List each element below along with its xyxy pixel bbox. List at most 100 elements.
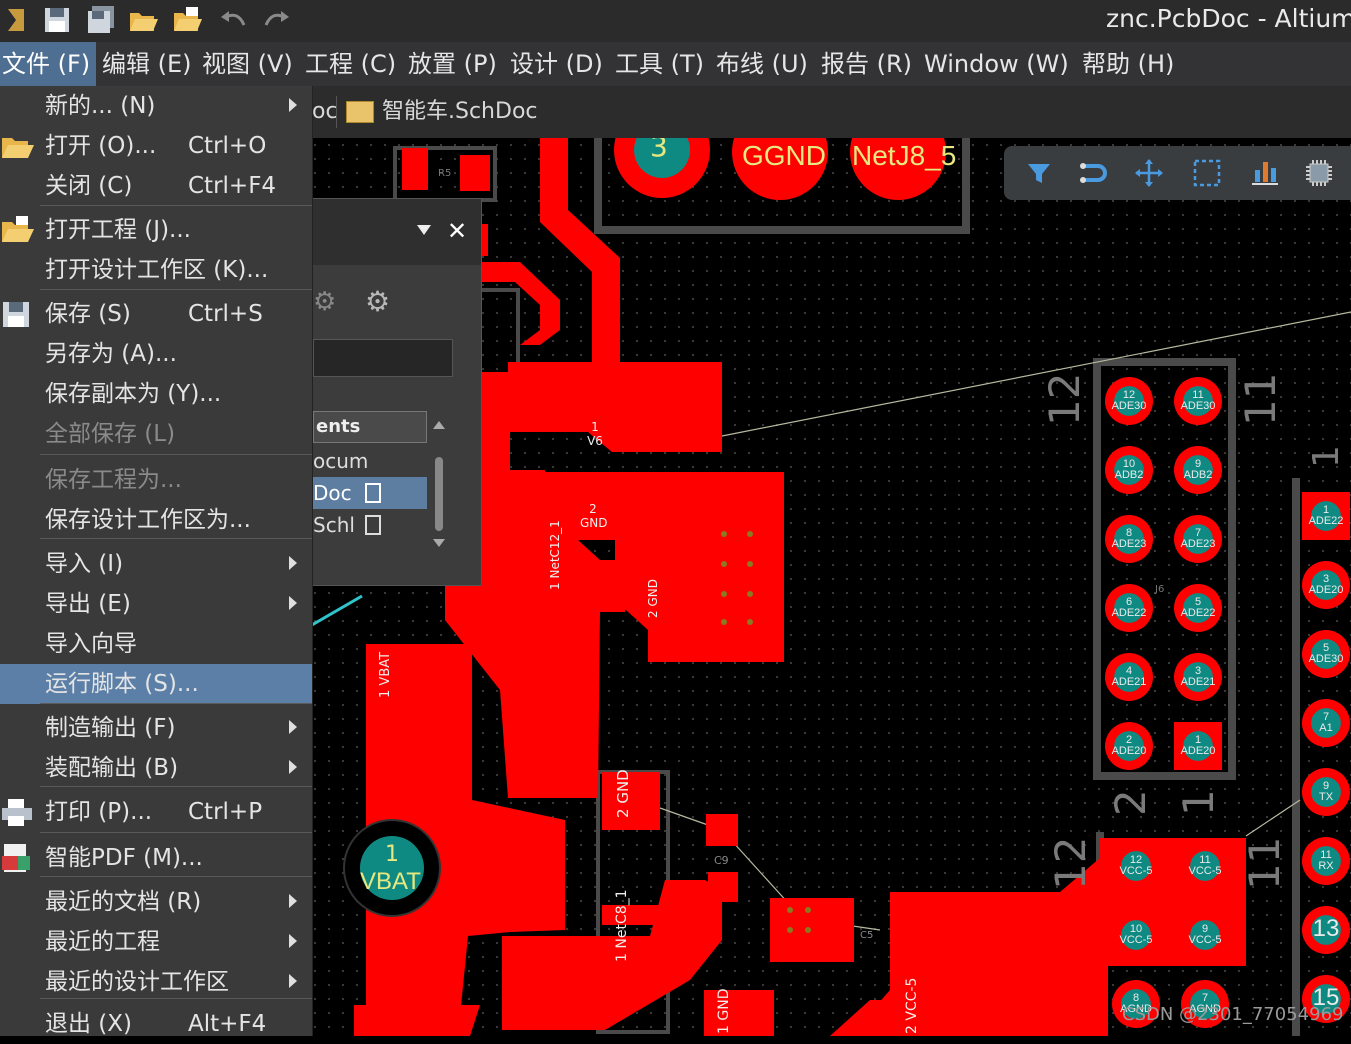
file-menu-item[interactable]: 打开工程 (J)... <box>0 210 312 250</box>
submenu-arrow-icon <box>289 556 297 570</box>
file-menu-item[interactable]: 智能PDF (M)... <box>0 838 312 878</box>
pad-label: 1 ADE20 <box>1174 735 1222 757</box>
file-menu-item-label: 打开设计工作区 (K)... <box>45 257 269 283</box>
file-menu-item[interactable]: 新的... (N) <box>0 86 312 126</box>
panel-gear-grey-icon[interactable]: ⚙ <box>313 287 336 317</box>
pad-net: TX <box>1318 791 1334 803</box>
file-menu-item[interactable]: 关闭 (C) Ctrl+F4 <box>0 166 312 206</box>
panel-row[interactable]: Schl <box>313 509 427 541</box>
file-menu-item[interactable]: 运行脚本 (S)... <box>0 664 312 704</box>
file-menu-item-shortcut: Alt+F4 <box>188 1011 267 1037</box>
redo-icon[interactable] <box>262 5 292 35</box>
file-menu-item[interactable]: 打印 (P)... Ctrl+P <box>0 792 312 832</box>
pad-net: ADE20 <box>1308 584 1344 596</box>
tab-partial[interactable]: oc <box>312 90 338 134</box>
file-menu-item-label: 导入向导 <box>45 631 137 657</box>
pad-label: 11 VCC-5 <box>1181 855 1229 877</box>
menu-route[interactable]: 布线 (U) <box>716 42 808 86</box>
window-title: znc.PcbDoc - Altium D <box>1106 4 1351 33</box>
menu-design[interactable]: 设计 (D) <box>510 42 603 86</box>
panel-settings-icon[interactable]: ⚙ <box>365 285 390 318</box>
align-distribute-icon[interactable] <box>1248 156 1282 190</box>
filter-icon[interactable] <box>1022 156 1056 190</box>
panel-row-label: ocum <box>313 449 369 473</box>
component-chip-icon[interactable] <box>1302 156 1336 190</box>
file-menu-item[interactable]: 装配输出 (B) <box>0 748 312 788</box>
file-menu-item[interactable]: 打开 (O)... Ctrl+O <box>0 126 312 166</box>
schematic-doc-icon <box>346 101 374 123</box>
silk-header-top-2: 2 <box>1106 789 1155 816</box>
file-menu-item[interactable]: 导出 (E) <box>0 584 312 624</box>
file-menu-item[interactable]: 全部保存 (L) <box>0 414 312 454</box>
pad-net: VCC-5 <box>1119 934 1153 946</box>
net-label-gnd-a-net: GND <box>580 516 608 530</box>
panel-row[interactable]: ocum <box>313 445 427 477</box>
document-icon <box>365 483 381 503</box>
file-menu-item[interactable]: 最近的设计工作区 <box>0 962 312 1002</box>
pad-net: A1 <box>1319 722 1333 734</box>
file-menu-item[interactable]: 导入 (I) <box>0 544 312 584</box>
file-menu-item[interactable]: 打开设计工作区 (K)... <box>0 250 312 290</box>
file-menu-item[interactable]: 保存副本为 (Y)... <box>0 374 312 414</box>
select-rectangle-icon[interactable] <box>1190 156 1224 190</box>
document-tabs: oc 智能车.SchDoc <box>312 86 1351 138</box>
open-project-icon[interactable] <box>172 5 202 35</box>
panel-dropdown-arrow-icon[interactable] <box>417 225 431 235</box>
tab-schdoc[interactable]: 智能车.SchDoc <box>346 90 538 134</box>
panel-scroll-up-icon[interactable] <box>433 421 445 429</box>
panel-close-icon[interactable]: ✕ <box>447 217 467 245</box>
menu-project[interactable]: 工程 (C) <box>305 42 396 86</box>
save-icon[interactable] <box>42 5 72 35</box>
submenu-arrow-icon <box>289 894 297 908</box>
net-label-gnd-b-net: GND <box>646 579 660 607</box>
file-menu-item[interactable]: 保存工程为... <box>0 460 312 500</box>
pad-net: ADB2 <box>1183 469 1213 481</box>
file-menu-item[interactable]: 退出 (X) Alt+F4 <box>0 1004 312 1044</box>
panel-column-header[interactable]: ents <box>313 411 427 443</box>
pad-net: ADB2 <box>1114 469 1144 481</box>
file-menu-item[interactable]: 最近的文档 (R) <box>0 882 312 922</box>
pad-label: 3 ADE20 <box>1302 574 1350 596</box>
net-label-netc12-net: NetC12_1 <box>548 520 562 579</box>
interactive-route-icon[interactable] <box>1076 156 1110 190</box>
panel-scroll-down-icon[interactable] <box>433 539 445 547</box>
file-menu-item-label: 导入 (I) <box>45 551 124 577</box>
net-label-gnd-d-num: 1 <box>716 1025 732 1034</box>
menu-reports[interactable]: 报告 (R) <box>821 42 912 86</box>
menu-edit[interactable]: 编辑 (E) <box>102 42 192 86</box>
menu-tools[interactable]: 工具 (T) <box>615 42 704 86</box>
pad-label: 10 ADB2 <box>1105 459 1153 481</box>
file-menu-item-label: 退出 (X) <box>45 1011 133 1037</box>
menu-place[interactable]: 放置 (P) <box>408 42 497 86</box>
file-menu-item[interactable]: 保存设计工作区为... <box>0 500 312 540</box>
menu-view[interactable]: 视图 (V) <box>202 42 293 86</box>
pad-net: ADE30 <box>1180 400 1216 412</box>
menu-file[interactable]: 文件 (F) <box>0 42 96 86</box>
panel-search-input[interactable] <box>313 339 453 377</box>
file-menu-item[interactable]: 另存为 (A)... <box>0 334 312 374</box>
panel-scrollbar-thumb[interactable] <box>435 457 443 531</box>
move-crosshair-icon[interactable] <box>1132 156 1166 190</box>
pad-net: ADE20 <box>1180 745 1216 757</box>
net-label-vcc5: 2 VCC-5 <box>904 978 920 1034</box>
menu-window[interactable]: Window (W) <box>924 42 1069 86</box>
net-label-netc12: 1 NetC12_1 <box>548 520 562 590</box>
pad-net: ADE22 <box>1111 607 1147 619</box>
pad-label: 11 RX <box>1302 850 1350 872</box>
panel-row-selected[interactable]: Doc <box>313 477 427 509</box>
net-label-netc12-num: 1 <box>548 582 562 590</box>
file-menu-item-label: 打开 (O)... <box>45 133 157 159</box>
menu-help[interactable]: 帮助 (H) <box>1082 42 1174 86</box>
file-menu-item[interactable]: 导入向导 <box>0 624 312 664</box>
file-menu-item-label: 新的... (N) <box>45 93 156 119</box>
tab-label: 智能车.SchDoc <box>382 99 538 124</box>
pad-net: VCC-5 <box>1188 934 1222 946</box>
file-menu-item[interactable]: 制造输出 (F) <box>0 708 312 748</box>
pcb-active-bar <box>1004 146 1351 200</box>
open-folder-icon[interactable] <box>128 5 158 35</box>
submenu-arrow-icon <box>289 974 297 988</box>
undo-icon[interactable] <box>218 5 248 35</box>
file-menu-item[interactable]: 保存 (S) Ctrl+S <box>0 294 312 334</box>
file-menu-item[interactable]: 最近的工程 <box>0 922 312 962</box>
save-all-icon[interactable] <box>86 5 116 35</box>
